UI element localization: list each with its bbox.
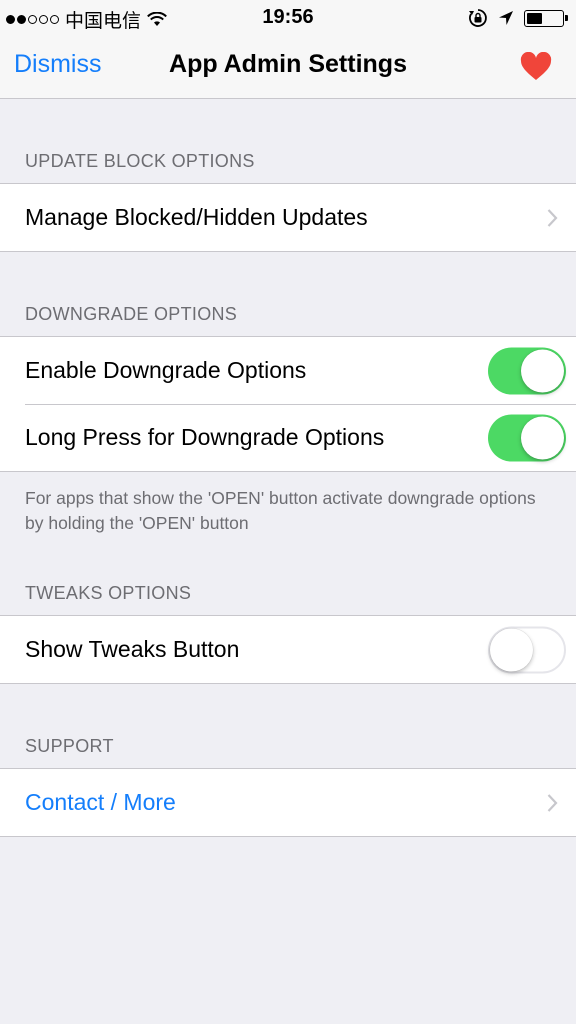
contact-more-row[interactable]: Contact / More <box>0 769 576 836</box>
battery-level <box>527 12 542 24</box>
contact-more-link: Contact / More <box>25 789 176 815</box>
toggle-knob <box>490 628 533 671</box>
tweaks-group: Show Tweaks Button <box>0 615 576 684</box>
manage-blocked-updates-row[interactable]: Manage Blocked/Hidden Updates <box>0 184 576 251</box>
show-tweaks-label: Show Tweaks Button <box>25 636 240 662</box>
chevron-right-icon <box>547 793 558 812</box>
downgrade-footer-note: For apps that show the 'OPEN' button act… <box>25 488 536 533</box>
section-header-downgrade: DOWNGRADE OPTIONS <box>25 304 238 324</box>
show-tweaks-row: Show Tweaks Button <box>0 616 576 683</box>
status-bar: 中国电信 19:56 <box>0 0 576 40</box>
status-bar-right <box>468 8 568 28</box>
location-arrow-icon <box>499 11 513 25</box>
navigation-bar: Dismiss App Admin Settings <box>0 40 576 99</box>
enable-downgrade-label: Enable Downgrade Options <box>25 357 307 383</box>
heart-icon <box>520 51 552 80</box>
downgrade-group: Enable Downgrade Options Long Press for … <box>0 336 576 472</box>
page-title: App Admin Settings <box>169 50 407 78</box>
chevron-right-icon <box>547 208 558 227</box>
show-tweaks-toggle[interactable] <box>488 626 566 673</box>
update-block-group: Manage Blocked/Hidden Updates <box>0 183 576 252</box>
long-press-downgrade-toggle[interactable] <box>488 414 566 461</box>
section-header-tweaks: TWEAKS OPTIONS <box>25 583 192 603</box>
enable-downgrade-row: Enable Downgrade Options <box>0 337 576 404</box>
manage-blocked-updates-label: Manage Blocked/Hidden Updates <box>25 204 368 230</box>
toggle-knob <box>521 416 564 459</box>
toggle-knob <box>521 349 564 392</box>
long-press-downgrade-label: Long Press for Downgrade Options <box>25 424 385 450</box>
section-header-support: SUPPORT <box>25 736 114 756</box>
section-header-update-block: UPDATE BLOCK OPTIONS <box>25 151 255 171</box>
battery-icon <box>524 9 568 27</box>
support-group: Contact / More <box>0 768 576 837</box>
favorite-button[interactable] <box>520 51 552 86</box>
enable-downgrade-toggle[interactable] <box>488 347 566 394</box>
rotation-lock-icon <box>469 9 487 27</box>
long-press-downgrade-row: Long Press for Downgrade Options <box>0 404 576 471</box>
